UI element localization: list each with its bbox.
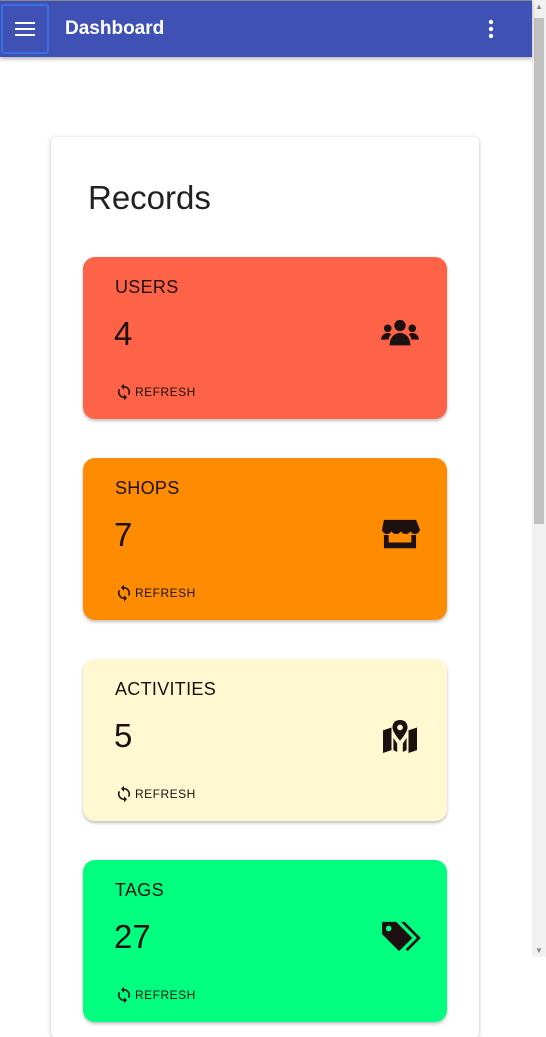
refresh-label: REFRESH — [135, 586, 196, 600]
refresh-label: REFRESH — [135, 385, 196, 399]
refresh-icon — [117, 383, 131, 401]
card-count: 5 — [114, 717, 133, 754]
store-icon — [382, 519, 420, 549]
refresh-button[interactable]: REFRESH — [115, 383, 196, 401]
users-icon — [381, 319, 419, 346]
card-label: SHOPS — [115, 478, 180, 498]
refresh-label: REFRESH — [135, 988, 196, 1002]
card-count: 7 — [114, 516, 133, 553]
record-card-activities[interactable]: ACTIVITIES 5 REFRESH — [83, 659, 447, 821]
refresh-icon — [117, 986, 131, 1004]
record-card-tags[interactable]: TAGS 27 REFRESH — [83, 860, 447, 1022]
more-vert-icon[interactable] — [480, 18, 502, 40]
refresh-icon — [117, 785, 131, 803]
records-title: Records — [88, 179, 211, 216]
scrollbar-thumb[interactable] — [534, 18, 544, 524]
app-bar: Dashboard — [0, 0, 532, 57]
tags-icon — [382, 921, 421, 952]
records-panel: Records USERS 4 REFRESH SHOPS 7 REFRESH AC… — [51, 137, 479, 1037]
refresh-button[interactable]: REFRESH — [115, 785, 196, 803]
card-label: ACTIVITIES — [115, 679, 217, 699]
refresh-button[interactable]: REFRESH — [115, 584, 196, 602]
menu-button[interactable] — [1, 4, 49, 54]
page-title: Dashboard — [65, 18, 165, 39]
refresh-label: REFRESH — [135, 787, 196, 801]
refresh-icon — [117, 584, 131, 602]
menu-icon — [15, 22, 35, 36]
card-count: 27 — [114, 918, 151, 955]
card-label: TAGS — [115, 880, 164, 900]
card-label: USERS — [115, 277, 179, 297]
card-count: 4 — [114, 315, 133, 352]
map-marker-icon — [383, 719, 417, 753]
refresh-button[interactable]: REFRESH — [115, 986, 196, 1004]
scroll-down-icon[interactable]: ▼ — [535, 946, 543, 955]
scrollbar[interactable]: ▲ ▼ — [532, 0, 546, 957]
record-card-shops[interactable]: SHOPS 7 REFRESH — [83, 458, 447, 620]
scroll-up-icon[interactable]: ▲ — [535, 2, 543, 11]
record-card-users[interactable]: USERS 4 REFRESH — [83, 257, 447, 419]
